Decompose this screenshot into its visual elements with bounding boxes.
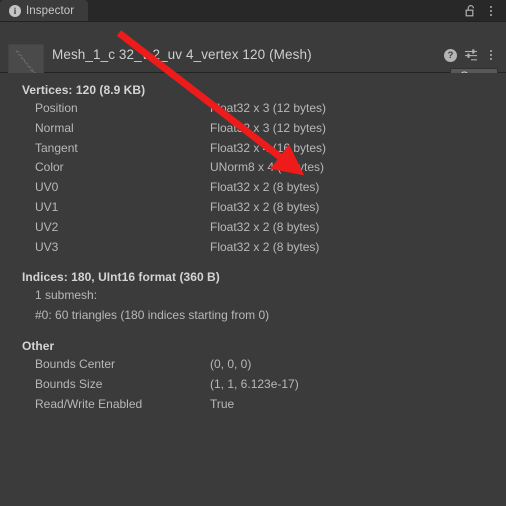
indices-heading: Indices: 180, UInt16 format (360 B) (22, 270, 220, 285)
attribute-format: Float32 x 2 (8 bytes) (210, 239, 320, 254)
tab-inspector[interactable]: i Inspector (0, 0, 89, 21)
object-header-actions: ? (444, 48, 497, 62)
help-question-icon[interactable]: ? (444, 48, 457, 62)
other-heading: Other (22, 338, 55, 353)
submesh-detail: #0: 60 triangles (180 indices starting f… (35, 308, 270, 323)
attribute-name: UV0 (35, 180, 59, 195)
table-row: UV3 Float32 x 2 (8 bytes) (0, 238, 506, 258)
lock-icon[interactable] (465, 4, 477, 18)
tab-bar: i Inspector (0, 0, 506, 22)
info-icon: i (9, 4, 21, 17)
tab-inspector-label: Inspector (26, 4, 75, 17)
property-value: True (210, 396, 235, 411)
attribute-format: Float32 x 2 (8 bytes) (210, 199, 320, 214)
table-row: UV1 Float32 x 2 (8 bytes) (0, 198, 506, 218)
attribute-format: Float32 x 3 (12 bytes) (210, 120, 327, 135)
table-row: Tangent Float32 x 4 (16 bytes) (0, 139, 506, 159)
kebab-menu-icon (485, 48, 497, 62)
table-row: UV0 Float32 x 2 (8 bytes) (0, 178, 506, 198)
attribute-format: Float32 x 2 (8 bytes) (210, 219, 320, 234)
table-row: Color UNorm8 x 4 (4 bytes) (0, 158, 506, 178)
attribute-name: Normal (35, 120, 74, 135)
mesh-info-content: Vertices: 120 (8.9 KB) Position Float32 … (0, 73, 506, 506)
table-row: Position Float32 x 3 (12 bytes) (0, 99, 506, 119)
kebab-menu-icon (485, 4, 497, 18)
property-name: Bounds Size (35, 376, 103, 391)
object-menu-kebab-icon[interactable] (485, 48, 497, 62)
other-properties-list: Bounds Center (0, 0, 0) Bounds Size (1, … (0, 355, 506, 414)
submesh-count-label: 1 submesh: (35, 288, 98, 303)
table-row: Read/Write Enabled True (0, 395, 506, 415)
page-title: Mesh_1_c 32_v 2_uv 4_vertex 120 (Mesh) (52, 47, 312, 62)
property-value: (1, 1, 6.123e-17) (210, 376, 299, 391)
table-row: Bounds Center (0, 0, 0) (0, 355, 506, 375)
vertices-heading: Vertices: 120 (8.9 KB) (22, 83, 146, 97)
tab-menu-kebab-icon[interactable] (485, 4, 497, 18)
table-row: Bounds Size (1, 1, 6.123e-17) (0, 375, 506, 395)
attribute-name: Position (35, 101, 78, 115)
object-header: Mesh_1_c 32_v 2_uv 4_vertex 120 (Mesh) ?… (0, 22, 506, 85)
attribute-name: UV2 (35, 219, 59, 234)
table-row: Normal Float32 x 3 (12 bytes) (0, 119, 506, 139)
attribute-name: Color (35, 160, 64, 175)
attribute-format: Float32 x 4 (16 bytes) (210, 140, 327, 155)
vertex-attribute-list: Position Float32 x 3 (12 bytes) Normal F… (0, 99, 506, 257)
property-name: Read/Write Enabled (35, 396, 143, 411)
attribute-name: UV3 (35, 239, 59, 254)
property-name: Bounds Center (35, 356, 116, 371)
property-value: (0, 0, 0) (210, 356, 252, 371)
attribute-name: Tangent (35, 140, 78, 155)
tab-bar-actions (465, 0, 506, 21)
preset-settings-icon[interactable] (464, 48, 478, 62)
attribute-format: Float32 x 3 (12 bytes) (210, 101, 327, 115)
attribute-format: Float32 x 2 (8 bytes) (210, 180, 320, 195)
table-row: UV2 Float32 x 2 (8 bytes) (0, 218, 506, 238)
attribute-name: UV1 (35, 199, 59, 214)
inspector-window: i Inspector Mesh_1_c 32_v 2_uv 4_vertex … (0, 0, 506, 506)
attribute-format: UNorm8 x 4 (4 bytes) (210, 160, 325, 175)
